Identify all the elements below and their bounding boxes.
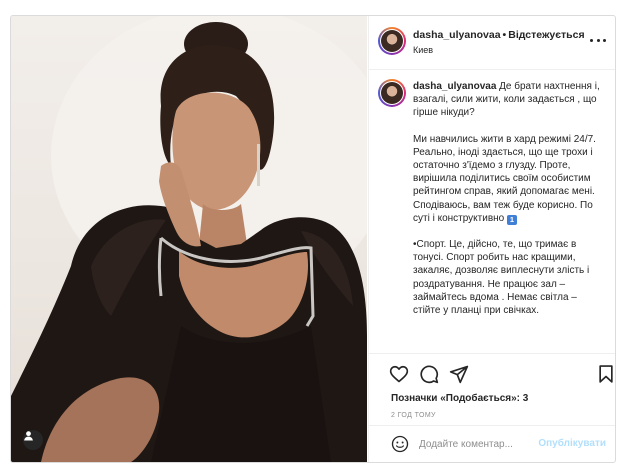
caption-paragraph-3: •Спорт. Це, дійсно, те, що тримає в тону… <box>413 239 590 317</box>
following-button[interactable]: Відстежується <box>508 29 584 41</box>
caption-text: dasha_ulyanovaa Де брати нахтнення і, вз… <box>413 80 603 330</box>
comments-area[interactable]: dasha_ulyanovaa Де брати нахтнення і, вз… <box>369 70 615 352</box>
post-timestamp[interactable]: 2 ГОД ТОМУ <box>391 412 436 419</box>
caption-paragraph-2: Ми навчились жити в хард режимі 24/7. Ре… <box>413 133 596 224</box>
avatar[interactable] <box>378 27 406 55</box>
comment-icon[interactable] <box>419 364 439 384</box>
bookmark-icon[interactable] <box>596 364 616 384</box>
post-photo[interactable] <box>11 16 367 462</box>
header-separator: • <box>502 29 507 41</box>
comment-input[interactable] <box>419 436 539 452</box>
header-username[interactable]: dasha_ulyanovaa <box>413 29 501 41</box>
post-header: dasha_ulyanovaa • Відстежується Киев <box>369 16 615 70</box>
location-link[interactable]: Киев <box>413 45 433 55</box>
photo-illustration <box>11 16 367 462</box>
post-side-panel: dasha_ulyanovaa • Відстежується Киев dasha… <box>368 16 616 462</box>
number-one-emoji: 1 <box>507 214 518 225</box>
post-dialog: dasha_ulyanovaa • Відстежується Киев dasha… <box>10 15 616 463</box>
action-bar <box>369 353 616 392</box>
post-comment-button[interactable]: Опублікувати <box>538 438 606 449</box>
add-comment-bar: Опублікувати <box>369 425 615 462</box>
emoji-icon[interactable] <box>391 435 409 453</box>
heart-icon[interactable] <box>389 364 409 384</box>
more-icon[interactable] <box>590 37 606 43</box>
caption-username[interactable]: dasha_ulyanovaa <box>413 81 496 92</box>
share-icon[interactable] <box>449 364 469 384</box>
likes-count[interactable]: Позначки «Подобається»: 3 <box>391 393 528 404</box>
user-tag-icon[interactable] <box>23 430 43 450</box>
caption-avatar[interactable] <box>378 79 406 107</box>
